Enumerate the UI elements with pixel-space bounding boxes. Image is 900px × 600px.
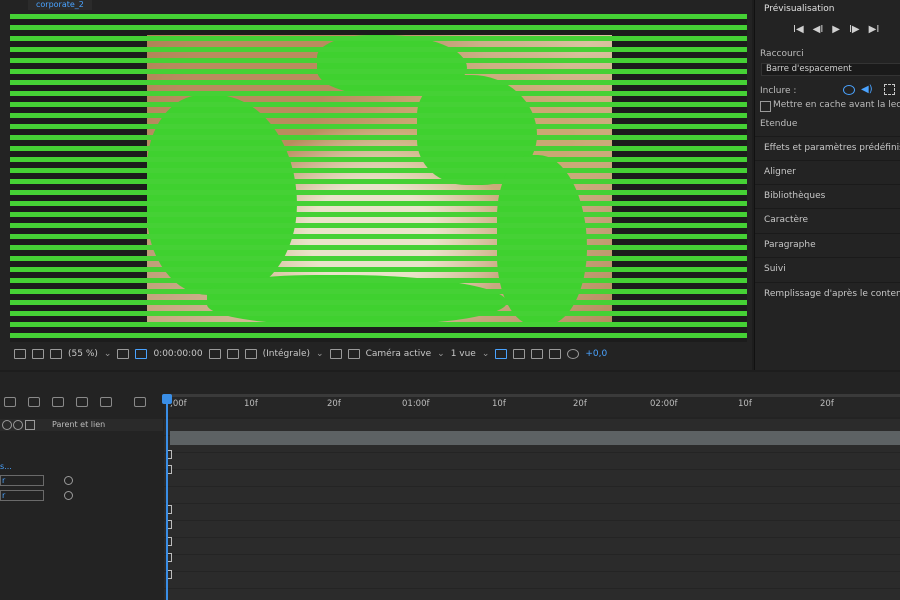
zoom-dropdown[interactable]: (55 %): [68, 349, 111, 359]
shy-icon[interactable]: [52, 397, 64, 407]
transparency-grid-icon[interactable]: [347, 349, 360, 359]
playhead[interactable]: [166, 394, 168, 600]
cache-checkbox[interactable]: [760, 101, 771, 112]
resolution-dropdown[interactable]: (Intégrale): [263, 349, 324, 359]
toggle-pixel-aspect-icon[interactable]: [495, 349, 508, 359]
right-panel: Prévisualisation I◀ ◀I ▶ I▶ ▶I Raccourci…: [754, 0, 900, 370]
comp-flow-icon[interactable]: [4, 397, 16, 407]
panel-align[interactable]: Aligner: [755, 160, 900, 183]
label-icon[interactable]: [25, 420, 35, 430]
shortcut-label: Raccourci: [760, 49, 804, 59]
shortcut-select[interactable]: Barre d'espacement: [761, 63, 900, 76]
motion-blur-icon[interactable]: [100, 397, 112, 407]
flowchart-icon[interactable]: [549, 349, 562, 359]
first-frame-icon[interactable]: I◀: [793, 24, 804, 35]
timeline-tools: [4, 397, 146, 407]
exposure-value[interactable]: +0,0: [585, 349, 607, 359]
playhead-handle[interactable]: [162, 394, 172, 404]
layer-name-fragment[interactable]: s...: [0, 462, 12, 471]
include-video-icon[interactable]: [843, 85, 855, 95]
layer-header: Parent et lien: [0, 419, 163, 431]
views-dropdown[interactable]: 1 vue: [451, 349, 490, 359]
panel-character[interactable]: Caractère: [755, 208, 900, 231]
scanline-stripes: [10, 14, 747, 342]
pick-whip-icon[interactable]: [64, 491, 73, 500]
panel-paragraph[interactable]: Paragraphe: [755, 233, 900, 256]
graph-editor-icon[interactable]: [134, 397, 146, 407]
next-frame-icon[interactable]: I▶: [849, 24, 860, 35]
panel-tracker[interactable]: Suivi: [755, 257, 900, 280]
lock-icon[interactable]: [13, 420, 23, 430]
snapshot-icon[interactable]: [208, 349, 221, 359]
preview-title: Prévisualisation: [764, 4, 835, 14]
ruler-tick: 01:00f: [402, 399, 430, 409]
timecode[interactable]: 0:00:00:00: [153, 349, 202, 359]
fit-icon[interactable]: [117, 349, 130, 359]
ruler-tick: 20f: [573, 399, 587, 409]
comp-tab[interactable]: corporate_2: [28, 0, 92, 10]
viewer-toolbar: (55 %) 0:00:00:00 (Intégrale) Caméra act…: [0, 344, 752, 364]
fast-preview-icon[interactable]: [513, 349, 526, 359]
ruler-tick: 20f: [327, 399, 341, 409]
include-label: Inclure :: [760, 86, 797, 96]
draft-3d-icon[interactable]: [28, 397, 40, 407]
color-channels-icon[interactable]: [244, 349, 257, 359]
ruler-tick: 20f: [820, 399, 834, 409]
camera-dropdown[interactable]: Caméra active: [366, 349, 445, 359]
viewer-canvas[interactable]: [10, 14, 747, 342]
play-icon[interactable]: ▶: [832, 24, 840, 35]
composition-viewer[interactable]: corporate_2 (55 %) 0:00:00:00 (Intégrale…: [0, 0, 752, 370]
cache-label: Mettre en cache avant la lecture: [773, 100, 900, 110]
panel-libraries[interactable]: Bibliothèques: [755, 184, 900, 207]
parent-label: Parent et lien: [52, 420, 106, 429]
ruler-tick: 02:00f: [650, 399, 678, 409]
panel-effects[interactable]: Effets et paramètres prédéfinis: [755, 136, 900, 159]
pick-whip-icon[interactable]: [64, 476, 73, 485]
monitor-icon[interactable]: [32, 349, 44, 359]
ruler-tick: ;00f: [170, 399, 187, 409]
reset-exposure-icon[interactable]: [567, 349, 580, 359]
time-ruler[interactable]: ;00f 10f 20f 01:00f 10f 20f 02:00f 10f 2…: [164, 397, 900, 417]
include-overlay-icon[interactable]: [884, 84, 895, 95]
timeline-icon[interactable]: [531, 349, 544, 359]
channels-icon[interactable]: [14, 349, 26, 359]
ruler-tick: 10f: [244, 399, 258, 409]
solo-icon[interactable]: [2, 420, 12, 430]
ruler-tick: 10f: [738, 399, 752, 409]
layer-duration-bar[interactable]: [170, 431, 900, 445]
last-frame-icon[interactable]: ▶I: [869, 24, 880, 35]
panel-content-aware-fill[interactable]: Remplissage d'après le contenu: [755, 282, 900, 305]
mask-icon[interactable]: [50, 349, 62, 359]
include-audio-icon[interactable]: ◀): [861, 84, 873, 95]
property-value[interactable]: r: [0, 475, 44, 486]
ruler-tick: 10f: [492, 399, 506, 409]
show-snapshot-icon[interactable]: [226, 349, 239, 359]
preview-controls: I◀ ◀I ▶ I▶ ▶I: [793, 24, 879, 35]
region-of-interest-icon[interactable]: [135, 349, 148, 359]
timeline-tracks[interactable]: [164, 419, 900, 600]
range-label: Etendue: [760, 119, 798, 129]
frame-blending-icon[interactable]: [76, 397, 88, 407]
property-value[interactable]: r: [0, 490, 44, 501]
prev-frame-icon[interactable]: ◀I: [813, 24, 824, 35]
region-icon[interactable]: [329, 349, 342, 359]
